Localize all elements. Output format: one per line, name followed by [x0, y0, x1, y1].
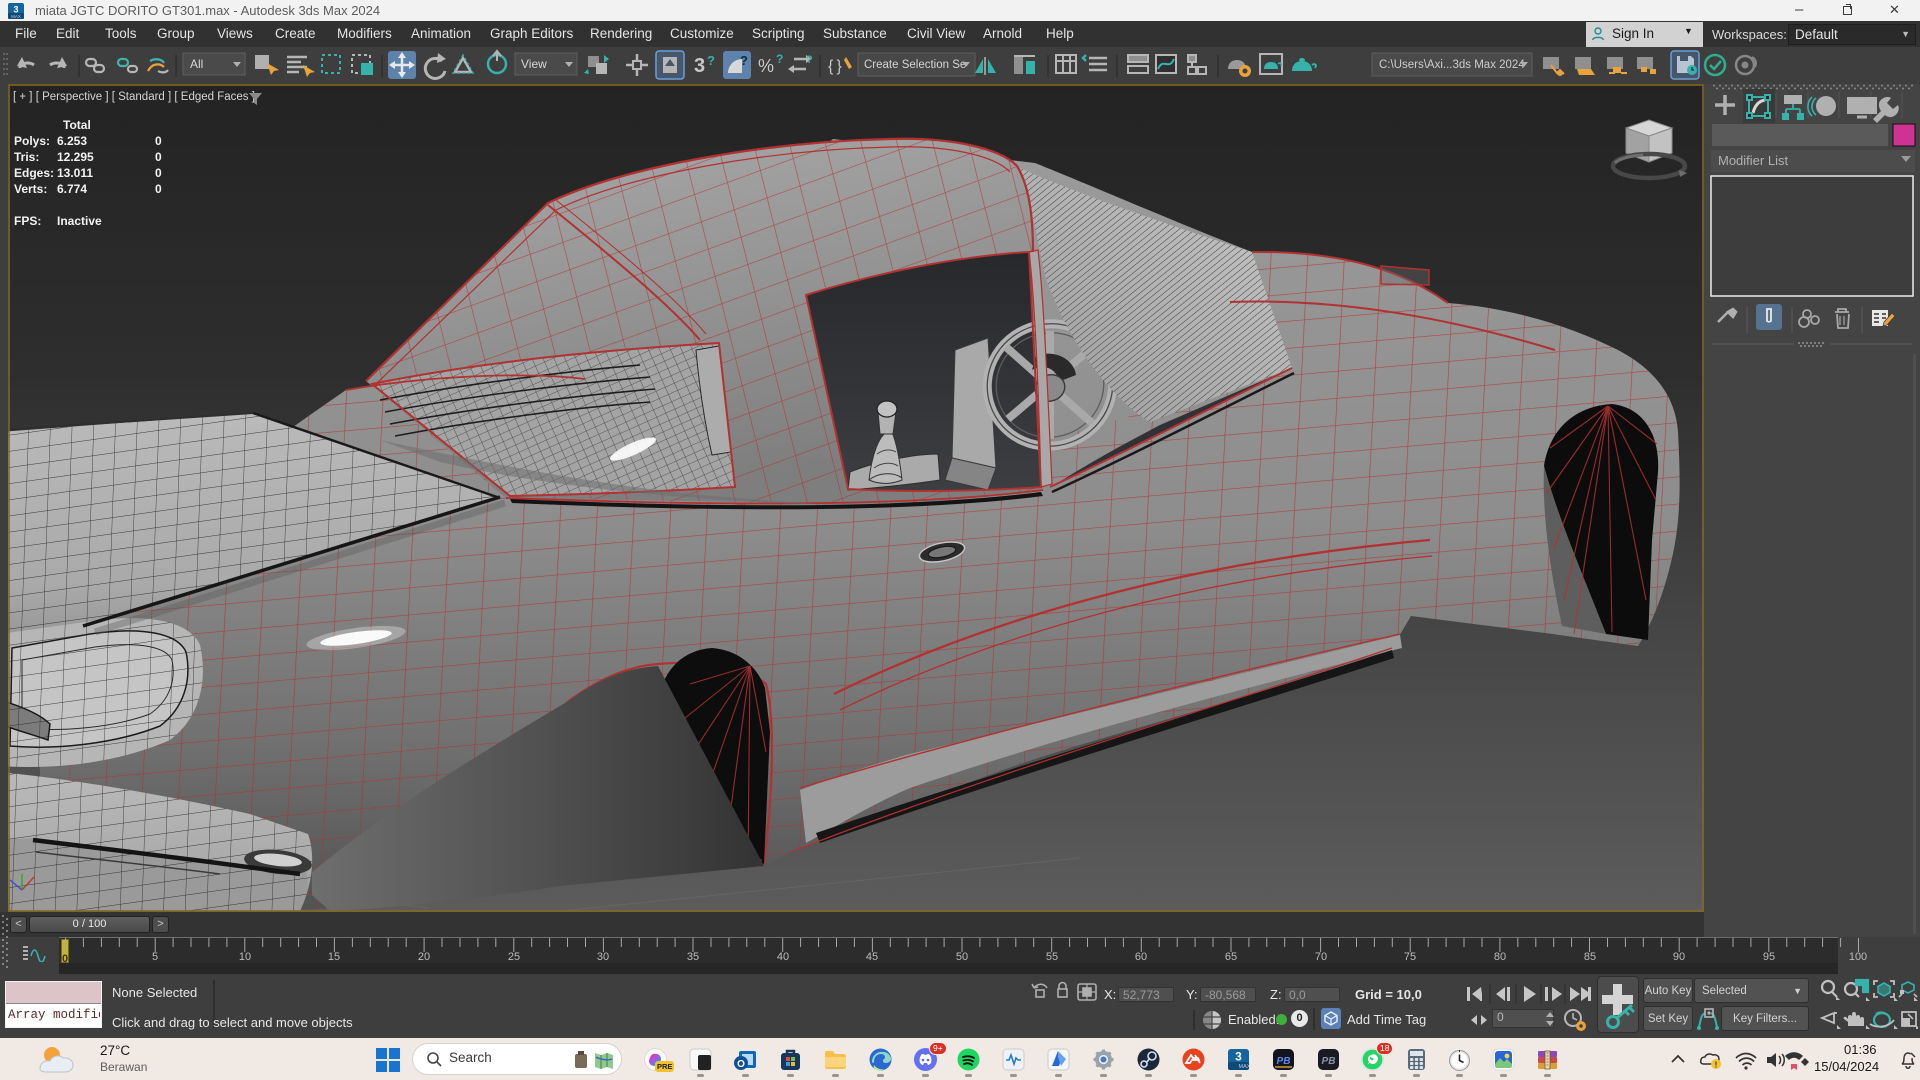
svg-text:O: O	[737, 1059, 745, 1070]
svg-text:Modifier List: Modifier List	[1718, 153, 1788, 168]
svg-text:%: %	[758, 56, 774, 76]
svg-text:{ }: { }	[828, 58, 843, 75]
svg-text:?: ?	[776, 52, 783, 66]
svg-text:MAX: MAX	[1239, 1064, 1251, 1070]
svg-text:MAX: MAX	[11, 14, 21, 19]
svg-text:?: ?	[806, 54, 813, 66]
svg-text:!: !	[1715, 1061, 1718, 1070]
svg-text:View: View	[521, 57, 547, 71]
svg-text:PB: PB	[1322, 1056, 1336, 1067]
svg-text:C:\Users\Axi...3ds Max 2024: C:\Users\Axi...3ds Max 2024	[1379, 59, 1525, 71]
svg-text:3: 3	[694, 55, 705, 77]
svg-text:?: ?	[740, 53, 748, 68]
svg-text:?: ?	[707, 53, 715, 68]
svg-text:Create Selection Se: Create Selection Se	[864, 59, 966, 71]
svg-text:PB: PB	[1277, 1056, 1291, 1067]
svg-text:3: 3	[13, 5, 18, 15]
svg-text:3: 3	[1235, 1050, 1242, 1064]
svg-text:All: All	[190, 57, 203, 71]
